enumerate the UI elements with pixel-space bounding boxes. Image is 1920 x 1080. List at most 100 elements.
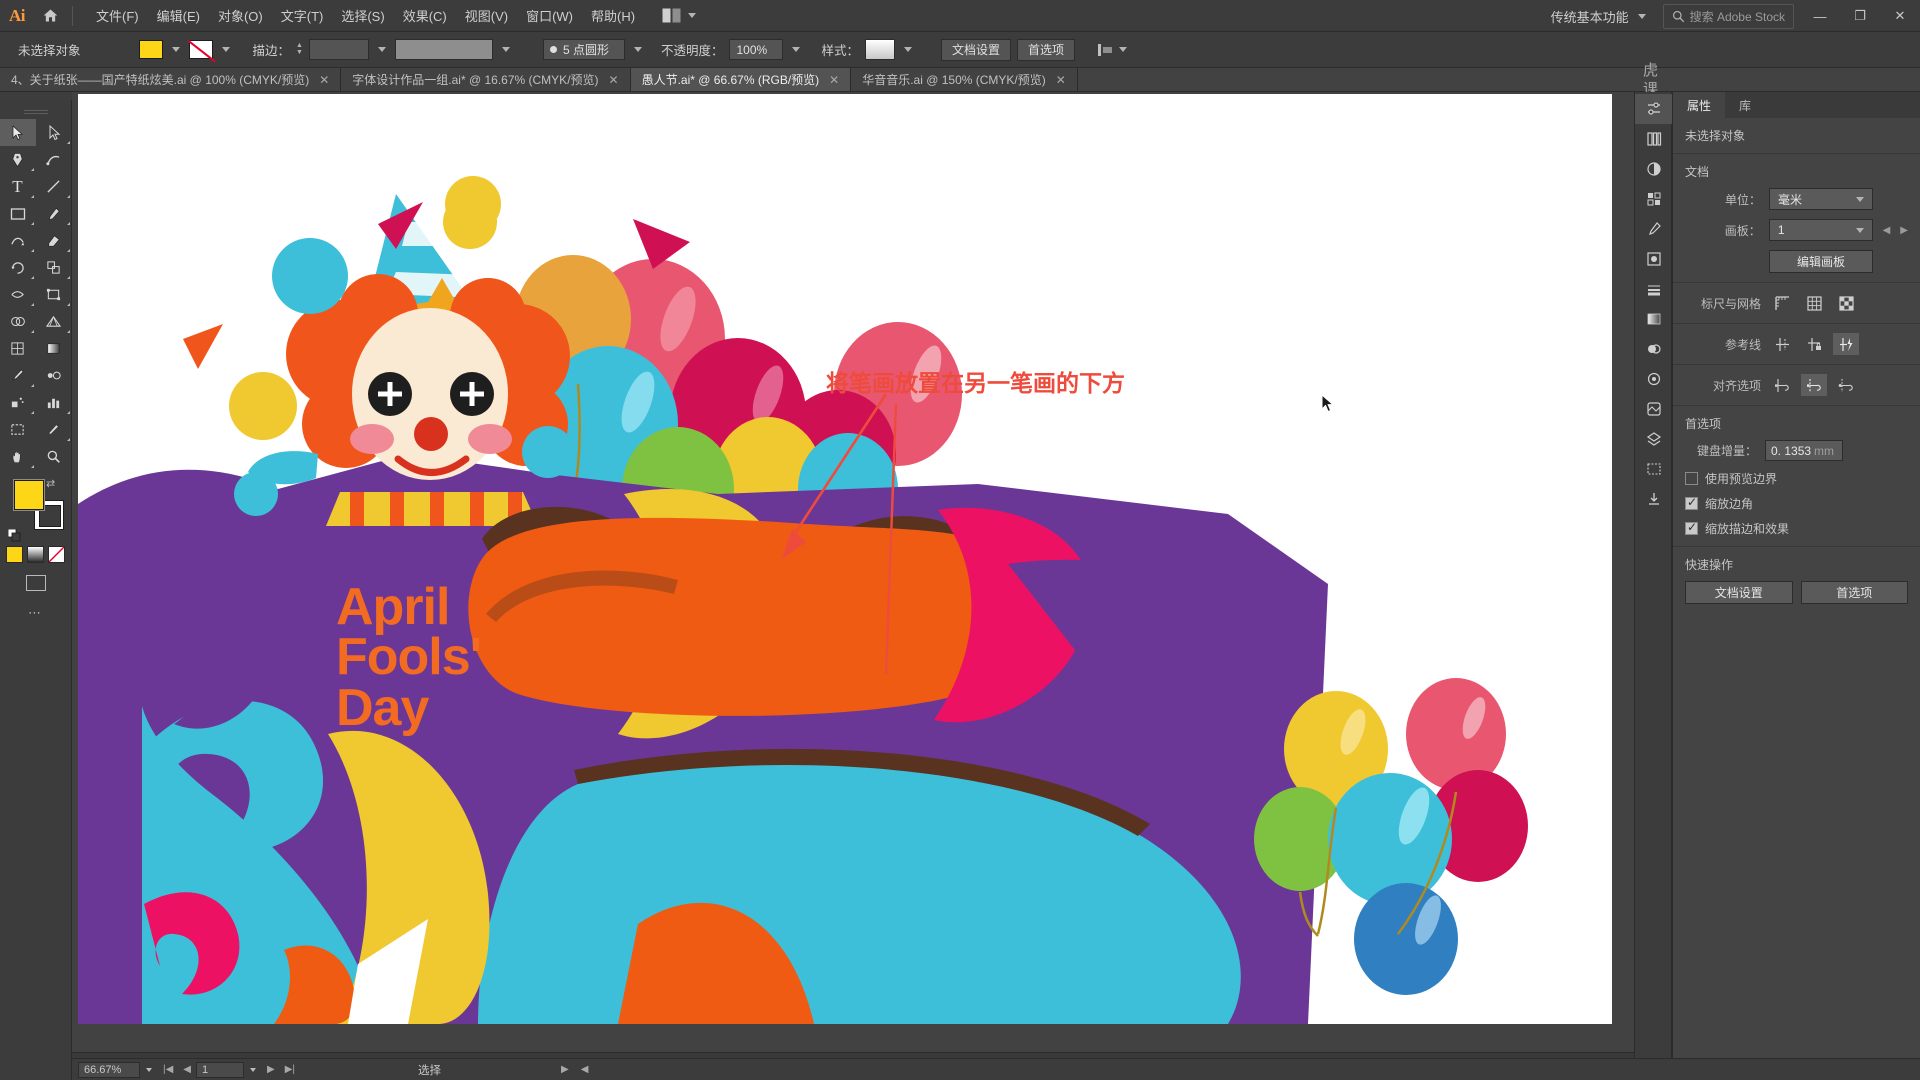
stroke-profile-caret-icon[interactable]	[633, 47, 642, 52]
grid-icon[interactable]	[1801, 292, 1827, 314]
scale-corners-row[interactable]: 缩放边角	[1685, 495, 1908, 512]
artboards-icon[interactable]	[1635, 454, 1673, 484]
stroke-style-caret-icon[interactable]	[501, 47, 510, 52]
align-options-group[interactable]	[1097, 42, 1130, 58]
artboard-number-input[interactable]: 1	[196, 1061, 244, 1078]
zoom-tool[interactable]	[36, 443, 72, 470]
tab-properties[interactable]: 属性	[1673, 92, 1726, 118]
unit-caret-icon[interactable]	[1856, 196, 1864, 202]
home-icon[interactable]	[34, 0, 66, 32]
line-segment-tool[interactable]	[36, 173, 72, 200]
prev-artboard-button[interactable]: ◀	[178, 1064, 196, 1075]
document-tab[interactable]: 华音音乐.ai @ 150% (CMYK/预览) ✕	[851, 68, 1078, 91]
tab-close-icon[interactable]: ✕	[1056, 73, 1066, 87]
unit-select[interactable]: 毫米	[1769, 188, 1873, 210]
status-back-icon[interactable]: ◀	[581, 1064, 589, 1075]
smart-guides-icon[interactable]	[1833, 333, 1859, 355]
layers-icon[interactable]	[1635, 424, 1673, 454]
fill-caret-icon[interactable]	[171, 47, 180, 52]
menu-edit[interactable]: 编辑(E)	[148, 2, 209, 29]
opacity-input[interactable]: 100%	[729, 39, 784, 60]
tab-close-icon[interactable]: ✕	[609, 73, 619, 87]
shape-builder-tool[interactable]	[0, 308, 36, 335]
appearance-icon[interactable]	[1635, 364, 1673, 394]
eyedropper-tool[interactable]	[0, 362, 36, 389]
edit-artboard-button[interactable]: 编辑画板	[1769, 250, 1873, 273]
graphic-style-swatch[interactable]	[865, 39, 895, 60]
type-tool[interactable]: T	[0, 173, 36, 200]
selection-tool[interactable]	[0, 119, 36, 146]
next-artboard-icon[interactable]: ▶	[1900, 225, 1908, 236]
arrange-caret-icon[interactable]	[688, 13, 697, 18]
quick-preferences-button[interactable]: 首选项	[1800, 581, 1908, 604]
zoom-caret-icon[interactable]	[146, 1067, 152, 1072]
lock-guides-icon[interactable]	[1801, 333, 1827, 355]
tab-close-icon[interactable]: ✕	[829, 73, 839, 87]
first-artboard-button[interactable]: |◀	[158, 1064, 178, 1075]
opacity-caret-icon[interactable]	[792, 47, 801, 52]
document-tab[interactable]: 字体设计作品一组.ai* @ 16.67% (CMYK/预览) ✕	[341, 68, 631, 91]
close-button[interactable]: ✕	[1880, 1, 1920, 31]
scale-strokes-effects-checkbox[interactable]	[1685, 520, 1698, 535]
stock-search[interactable]: 搜索 Adobe Stock	[1662, 3, 1794, 29]
none-button[interactable]	[48, 546, 65, 563]
prev-artboard-icon[interactable]: ◀	[1883, 225, 1891, 236]
toolbar-grip[interactable]	[0, 106, 71, 115]
stroke-profile-select[interactable]: 5 点圆形	[542, 39, 625, 60]
use-preview-bounds-row[interactable]: 使用预览边界	[1685, 470, 1908, 487]
screen-mode-button[interactable]	[0, 575, 71, 591]
stroke-caret-icon[interactable]	[221, 47, 230, 52]
toolbar-fill-swatch[interactable]	[14, 480, 44, 510]
workspace-switcher[interactable]: 传统基本功能	[1543, 7, 1657, 26]
align-grid-icon[interactable]	[1801, 374, 1827, 396]
menu-object[interactable]: 对象(O)	[209, 2, 272, 29]
perspective-grid-tool[interactable]	[36, 308, 72, 335]
menu-type[interactable]: 文字(T)	[272, 2, 333, 29]
gradient-tool[interactable]	[36, 335, 72, 362]
gradient-icon[interactable]	[1635, 304, 1673, 334]
document-setup-button[interactable]: 文档设置	[941, 38, 1012, 61]
rectangle-tool[interactable]	[0, 200, 36, 227]
minimize-button[interactable]: —	[1800, 1, 1840, 31]
menu-file[interactable]: 文件(F)	[87, 2, 148, 29]
free-transform-tool[interactable]	[36, 281, 72, 308]
scale-strokes-effects-row[interactable]: 缩放描边和效果	[1685, 520, 1908, 537]
width-tool[interactable]	[0, 281, 36, 308]
artboard-caret-icon[interactable]	[1855, 227, 1864, 233]
arrange-documents-icon[interactable]	[662, 8, 699, 23]
symbols-icon[interactable]	[1635, 244, 1673, 274]
default-fill-stroke-icon[interactable]	[7, 528, 21, 542]
use-preview-bounds-checkbox[interactable]	[1685, 472, 1698, 485]
stroke-icon[interactable]	[1635, 274, 1673, 304]
stroke-color-swatch[interactable]	[188, 40, 213, 59]
shaper-tool[interactable]	[0, 227, 36, 254]
asset-export-icon[interactable]	[1635, 484, 1673, 514]
next-artboard-button[interactable]: ▶	[262, 1064, 280, 1075]
artboard-canvas[interactable]: April Fools' Day 将笔画放置在另一笔画的下方	[78, 94, 1612, 1024]
slice-tool[interactable]	[36, 416, 72, 443]
stroke-stepper-icon[interactable]: ▲ ▼	[296, 42, 303, 56]
align-point-icon[interactable]	[1833, 374, 1859, 396]
symbol-sprayer-tool[interactable]	[0, 389, 36, 416]
swap-fill-stroke-icon[interactable]: ⇄	[46, 477, 60, 491]
paintbrush-tool[interactable]	[36, 200, 72, 227]
color-button[interactable]	[6, 546, 23, 563]
brushes-icon[interactable]	[1635, 214, 1673, 244]
rulers-icon[interactable]	[1769, 292, 1795, 314]
libraries-icon[interactable]	[1635, 124, 1673, 154]
menu-help[interactable]: 帮助(H)	[582, 2, 644, 29]
document-tab-active[interactable]: 愚人节.ai* @ 66.67% (RGB/预览) ✕	[630, 68, 852, 91]
blend-tool[interactable]	[36, 362, 72, 389]
rotate-tool[interactable]	[0, 254, 36, 281]
eraser-tool[interactable]	[36, 227, 72, 254]
preferences-button[interactable]: 首选项	[1017, 38, 1076, 61]
quick-document-setup-button[interactable]: 文档设置	[1685, 581, 1793, 604]
keyboard-increment-input[interactable]: 0. 1353 mm	[1765, 440, 1843, 461]
stroke-weight-caret-icon[interactable]	[377, 47, 386, 52]
maximize-button[interactable]: ❐	[1840, 1, 1880, 31]
menu-window[interactable]: 窗口(W)	[517, 2, 582, 29]
style-caret-icon[interactable]	[904, 47, 912, 52]
pen-tool[interactable]	[0, 146, 36, 173]
scale-corners-checkbox[interactable]	[1685, 495, 1698, 510]
gradient-button[interactable]	[27, 546, 44, 563]
